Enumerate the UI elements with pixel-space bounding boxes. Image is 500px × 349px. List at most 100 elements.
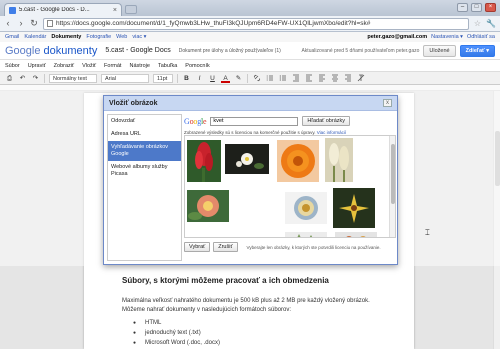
menu-format[interactable]: Formát xyxy=(104,63,121,69)
document-title[interactable]: 5.cast - Google Docs xyxy=(105,47,170,54)
wrench-icon[interactable]: 🔧 xyxy=(486,19,496,28)
logo-suffix: dokumenty xyxy=(43,44,98,57)
url-text: https://docs.google.com/document/d/1_fyQ… xyxy=(56,20,371,27)
new-tab-button[interactable] xyxy=(125,5,137,14)
source-google-image-search[interactable]: Vyhľadávanie obrázkov Google xyxy=(108,141,181,161)
menu-help[interactable]: Pomocník xyxy=(185,63,209,69)
align-left-icon[interactable] xyxy=(317,74,326,83)
menu-table[interactable]: Tabuľka xyxy=(158,63,177,69)
select-button[interactable]: Vybrať xyxy=(184,242,211,252)
menu-file[interactable]: Súbor xyxy=(5,63,20,69)
cancel-button[interactable]: Zrušiť xyxy=(213,242,238,252)
toolbar-divider xyxy=(177,73,178,83)
image-results-grid xyxy=(184,135,396,238)
image-search-input[interactable] xyxy=(210,116,299,126)
header-right: Aktualizované pred 5 dňami používateľom … xyxy=(301,44,495,57)
menu-insert[interactable]: Vložiť xyxy=(82,63,96,69)
doc-paragraph: Maximálna veľkosť nahratého dokumentu je… xyxy=(122,298,370,313)
doc-heading: Súbory, s ktorými môžeme pracovať a ich … xyxy=(122,276,329,285)
result-thumbnail[interactable] xyxy=(325,138,353,182)
font-color-button[interactable]: A xyxy=(221,74,230,83)
outdent-icon[interactable] xyxy=(291,74,300,83)
print-icon[interactable]: ⎙ xyxy=(5,74,14,83)
dialog-footer: Vybrať Zrušiť Vyberajte len obrázky, k k… xyxy=(184,242,396,252)
underline-button[interactable]: U xyxy=(208,74,217,83)
signout-link[interactable]: Odhlásiť sa xyxy=(467,34,495,40)
saved-button[interactable]: Uložené xyxy=(423,44,456,57)
bulleted-list-icon[interactable] xyxy=(278,74,287,83)
url-input[interactable]: https://docs.google.com/document/d/1_fyQ… xyxy=(43,17,469,30)
link-icon[interactable] xyxy=(252,74,261,83)
share-button[interactable]: Zdieľať ▾ xyxy=(459,44,495,57)
gbar-item-photos[interactable]: Fotografie xyxy=(86,34,111,40)
doc-bullet-list: HTML jednoduchý text (.txt) Microsoft Wo… xyxy=(136,318,220,348)
result-thumbnail[interactable] xyxy=(187,140,221,182)
gbar-item-gmail[interactable]: Gmail xyxy=(5,34,19,40)
highlight-icon[interactable]: ✎ xyxy=(234,74,243,83)
menu-view[interactable]: Zobraziť xyxy=(54,63,74,69)
search-row: Google Hľadať obrázky xyxy=(184,115,396,127)
page-icon xyxy=(47,20,53,27)
reload-icon[interactable]: ↻ xyxy=(30,19,38,28)
clear-format-icon[interactable] xyxy=(356,74,365,83)
numbered-list-icon[interactable] xyxy=(265,74,274,83)
source-picasa-albums[interactable]: Webové albumy služby Picasa xyxy=(108,161,181,181)
bold-button[interactable]: B xyxy=(182,74,191,83)
source-upload[interactable]: Odovzdať xyxy=(108,115,181,128)
minimize-button[interactable]: – xyxy=(457,3,468,12)
result-thumbnail[interactable] xyxy=(285,192,327,224)
align-right-icon[interactable] xyxy=(343,74,352,83)
browser-tab[interactable]: 5.cast - Google Docs - D... × xyxy=(4,3,122,16)
result-thumbnail[interactable] xyxy=(333,188,375,228)
size-select[interactable]: 11pt xyxy=(153,73,173,83)
dialog-title: Vložiť obrázok xyxy=(109,99,158,107)
forward-icon[interactable]: › xyxy=(17,19,25,28)
redo-icon[interactable]: ↷ xyxy=(31,74,40,83)
list-item: jednoduchý text (.txt) xyxy=(136,328,220,338)
menu-edit[interactable]: Upraviť xyxy=(28,63,46,69)
search-images-button[interactable]: Hľadať obrázky xyxy=(302,116,351,126)
gbar-item-calendar[interactable]: Kalendár xyxy=(24,34,46,40)
results-scrollbar-thumb[interactable] xyxy=(391,144,395,204)
insert-image-dialog: Vložiť obrázok x Odovzdať Adresa URL Vyh… xyxy=(103,95,398,265)
style-select[interactable]: Normálny text xyxy=(49,73,97,83)
list-item: Microsoft Word (.doc, .docx) xyxy=(136,338,220,348)
italic-button[interactable]: I xyxy=(195,74,204,83)
indent-icon[interactable] xyxy=(304,74,313,83)
last-edit-info: Aktualizované pred 5 dňami používateľom … xyxy=(301,47,420,54)
gbar-item-docs[interactable]: Dokumenty xyxy=(51,34,81,40)
logo-prefix: Google xyxy=(5,44,44,57)
address-toolbar: ‹ › ↻ https://docs.google.com/document/d… xyxy=(0,16,500,32)
list-item: HTML xyxy=(136,318,220,328)
gbar-item-web[interactable]: Web xyxy=(116,34,127,40)
settings-link[interactable]: Nastavenia ▾ xyxy=(431,34,463,40)
dialog-titlebar: Vložiť obrázok x xyxy=(104,96,397,111)
font-select[interactable]: Arial xyxy=(101,73,149,83)
toolbar-divider xyxy=(44,73,45,83)
google-docs-logo[interactable]: Google dokumenty xyxy=(5,45,97,57)
results-scrollbar[interactable] xyxy=(389,136,395,237)
text-cursor-icon: ⌶ xyxy=(425,228,430,237)
tab-close-icon[interactable]: × xyxy=(113,7,117,14)
google-bar: Gmail Kalendár Dokumenty Fotografie Web … xyxy=(0,32,500,42)
dialog-close-button[interactable]: x xyxy=(383,99,392,107)
bookmark-star-icon[interactable]: ☆ xyxy=(474,19,481,28)
menu-tools[interactable]: Nástroje xyxy=(129,63,149,69)
gbar-item-more[interactable]: viac ▾ xyxy=(132,34,146,40)
source-url[interactable]: Adresa URL xyxy=(108,128,181,141)
window-controls: – □ × xyxy=(457,3,496,12)
undo-icon[interactable]: ↶ xyxy=(18,74,27,83)
format-toolbar: ⎙ ↶ ↷ Normálny text Arial 11pt B I U A ✎ xyxy=(0,71,500,85)
result-thumbnail[interactable] xyxy=(277,140,319,182)
window-close-button[interactable]: × xyxy=(485,3,496,12)
dialog-source-list: Odovzdať Adresa URL Vyhľadávanie obrázko… xyxy=(107,114,182,261)
result-thumbnail[interactable] xyxy=(187,190,229,222)
image-search-panel: Google Hľadať obrázky Zobrazené výsledky… xyxy=(184,114,396,261)
align-center-icon[interactable] xyxy=(330,74,339,83)
result-thumbnail[interactable] xyxy=(335,232,377,238)
docs-header: Google dokumenty 5.cast - Google Docs Do… xyxy=(0,42,500,60)
result-thumbnail[interactable] xyxy=(225,144,269,174)
maximize-button[interactable]: □ xyxy=(471,3,482,12)
result-thumbnail[interactable] xyxy=(285,232,327,238)
back-icon[interactable]: ‹ xyxy=(4,19,12,28)
